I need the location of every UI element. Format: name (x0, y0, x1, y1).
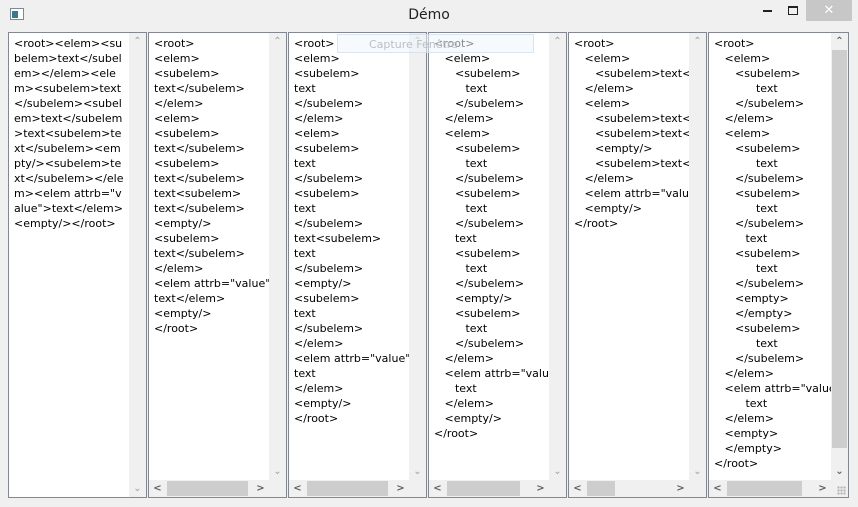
text-panel-1[interactable]: <root><elem><subelem>text</subelem></ele… (8, 32, 147, 498)
scroll-thumb[interactable] (167, 481, 248, 496)
scroll-up-icon[interactable]: ⌃ (269, 33, 286, 50)
panel-text[interactable]: <root> <elem> <subelem>text</subelem> </… (574, 36, 689, 231)
vertical-scrollbar[interactable]: ⌃ ⌄ (269, 33, 286, 480)
window-title: Démo (408, 7, 450, 23)
text-panel-4[interactable]: <root> <elem> <subelem> text </subelem> … (428, 32, 567, 498)
minimize-icon (762, 9, 772, 12)
size-grip[interactable] (831, 480, 848, 497)
scroll-down-icon[interactable]: ⌄ (831, 463, 848, 480)
scroll-thumb[interactable] (307, 481, 388, 496)
scroll-right-icon[interactable]: > (532, 480, 549, 497)
scroll-up-icon[interactable]: ⌃ (409, 33, 426, 50)
scroll-right-icon[interactable]: > (814, 480, 831, 497)
scroll-right-icon[interactable]: > (392, 480, 409, 497)
scroll-thumb[interactable] (587, 481, 615, 496)
scroll-left-icon[interactable]: < (429, 480, 446, 497)
scrollbar-corner (549, 480, 566, 497)
panel-text[interactable]: <root> <elem> <subelem> text </subelem> … (294, 36, 409, 426)
scroll-right-icon[interactable]: > (672, 480, 689, 497)
scroll-left-icon[interactable]: < (289, 480, 306, 497)
text-panel-5[interactable]: <root> <elem> <subelem>text</subelem> </… (568, 32, 707, 498)
horizontal-scrollbar[interactable]: < > (709, 480, 831, 497)
grip-icon (837, 486, 846, 495)
text-panel-2[interactable]: <root> <elem> <subelem> text</subelem> <… (148, 32, 287, 498)
close-icon: ✕ (823, 3, 835, 18)
scroll-down-icon[interactable]: ⌄ (549, 463, 566, 480)
vertical-scrollbar[interactable]: ⌃ ⌄ (831, 33, 848, 480)
title-bar: Démo ✕ (0, 0, 858, 31)
scrollbar-corner (269, 480, 286, 497)
text-panel-3[interactable]: <root> <elem> <subelem> text </subelem> … (288, 32, 427, 498)
vertical-scrollbar[interactable]: ⌃ ⌄ (689, 33, 706, 480)
scroll-left-icon[interactable]: < (149, 480, 166, 497)
scroll-right-icon[interactable]: > (252, 480, 269, 497)
panel-text[interactable]: <root> <elem> <subelem> text</subelem> <… (154, 36, 269, 336)
horizontal-scrollbar[interactable]: < > (429, 480, 549, 497)
maximize-button[interactable] (776, 0, 810, 21)
scroll-thumb[interactable] (447, 481, 520, 496)
panel-text[interactable]: <root><elem><subelem>text</subelem></ele… (14, 36, 126, 231)
scroll-up-icon[interactable]: ⌃ (689, 33, 706, 50)
scroll-thumb[interactable] (727, 481, 802, 496)
scroll-down-icon[interactable]: ⌄ (269, 463, 286, 480)
panel-text[interactable]: <root> <elem> <subelem> text </subelem> … (714, 36, 831, 471)
scroll-up-icon[interactable]: ⌃ (549, 33, 566, 50)
scroll-up-icon[interactable]: ⌃ (129, 33, 146, 50)
scrollbar-corner (409, 480, 426, 497)
vertical-scrollbar[interactable]: ⌃ ⌄ (409, 33, 426, 480)
horizontal-scrollbar[interactable]: < > (569, 480, 689, 497)
horizontal-scrollbar[interactable]: < > (149, 480, 269, 497)
scrollbar-corner (689, 480, 706, 497)
scroll-down-icon[interactable]: ⌄ (689, 463, 706, 480)
horizontal-scrollbar[interactable]: < > (289, 480, 409, 497)
scroll-left-icon[interactable]: < (709, 480, 726, 497)
scroll-thumb[interactable] (832, 50, 847, 448)
panel-text[interactable]: <root> <elem> <subelem> text </subelem> … (434, 36, 549, 441)
scroll-down-icon[interactable]: ⌄ (409, 463, 426, 480)
text-panel-6[interactable]: <root> <elem> <subelem> text </subelem> … (708, 32, 849, 498)
close-button[interactable]: ✕ (806, 0, 852, 21)
vertical-scrollbar[interactable]: ⌃ ⌄ (129, 33, 146, 497)
scroll-left-icon[interactable]: < (569, 480, 586, 497)
scroll-up-icon[interactable]: ⌃ (831, 33, 848, 50)
vertical-scrollbar[interactable]: ⌃ ⌄ (549, 33, 566, 480)
maximize-icon (788, 6, 798, 15)
scroll-down-icon[interactable]: ⌄ (129, 480, 146, 497)
